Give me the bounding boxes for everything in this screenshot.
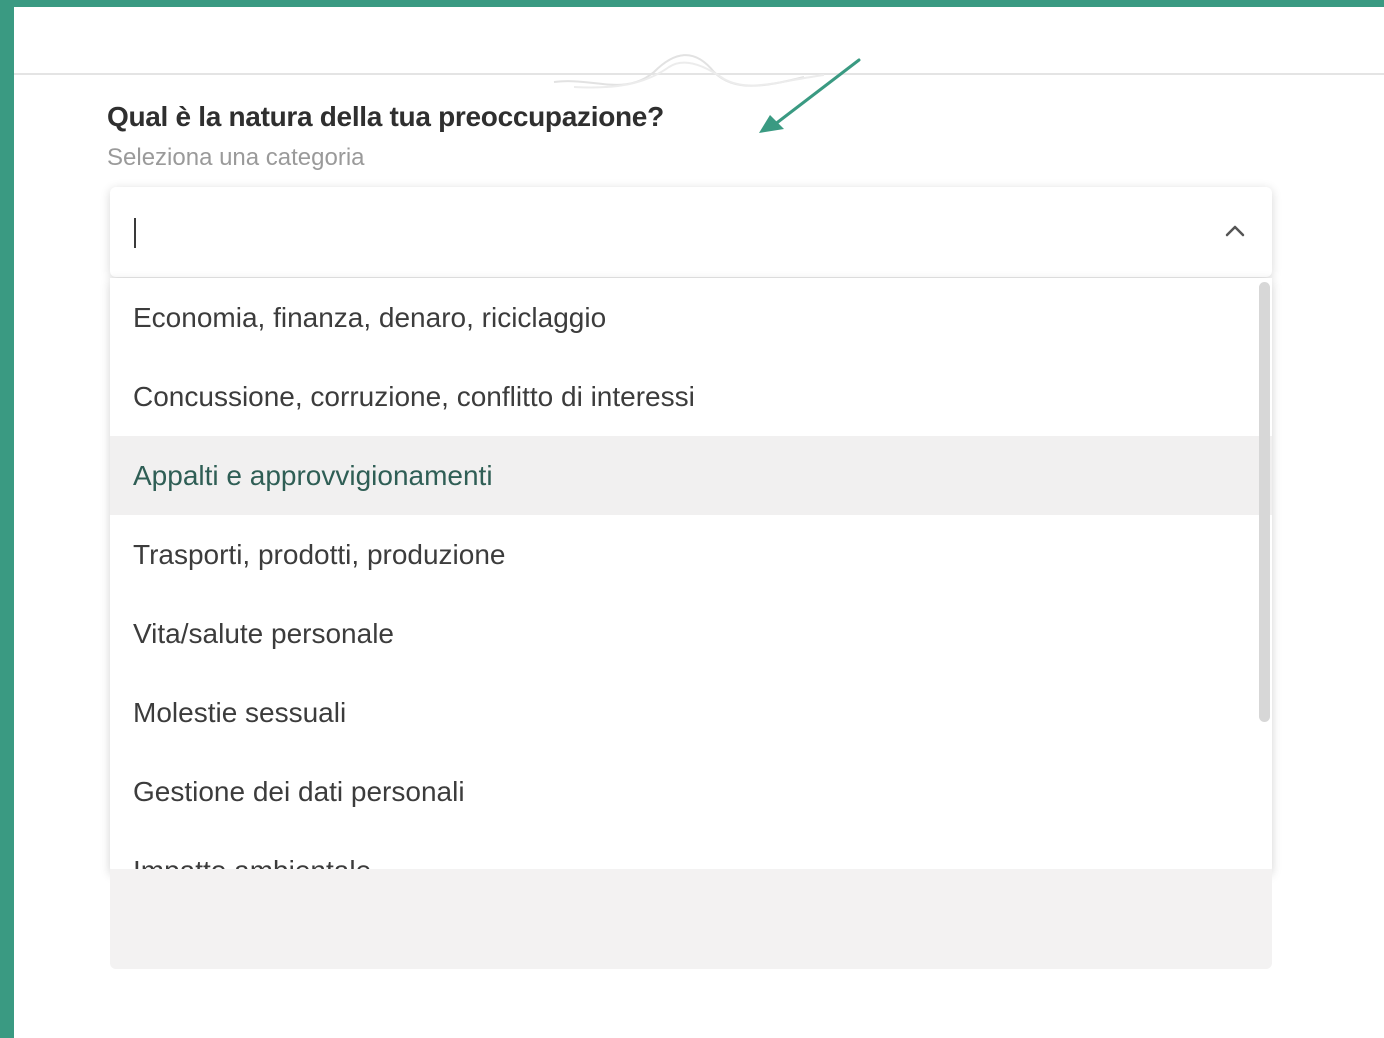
category-hint: Seleziona una categoria [107, 144, 365, 171]
chevron-up-icon[interactable] [1224, 223, 1246, 239]
dropdown-option[interactable]: Gestione dei dati personali [110, 752, 1272, 831]
option-list: Economia, finanza, denaro, riciclaggio Co… [110, 278, 1272, 872]
dropdown-option[interactable]: Concussione, corruzione, conflitto di in… [110, 357, 1272, 436]
dropdown-option[interactable]: Molestie sessuali [110, 673, 1272, 752]
next-field-background [110, 869, 1272, 969]
dropdown-scrollbar[interactable] [1259, 282, 1270, 722]
question-label: Qual è la natura della tua preoccupazion… [107, 101, 664, 132]
annotation-arrow-icon [759, 58, 861, 133]
form-page: Qual è la natura della tua preoccupazion… [14, 7, 1384, 1038]
dropdown-option[interactable]: Impatto ambientale [110, 831, 1272, 872]
dropdown-option[interactable]: Appalti e approvvigionamenti [110, 436, 1272, 515]
dropdown-option[interactable]: Vita/salute personale [110, 594, 1272, 673]
dropdown-option[interactable]: Economia, finanza, denaro, riciclaggio [110, 278, 1272, 357]
dropdown-option[interactable]: Trasporti, prodotti, produzione [110, 515, 1272, 594]
category-select-input[interactable] [110, 187, 1272, 277]
text-cursor [134, 218, 136, 248]
category-dropdown-list[interactable]: Economia, finanza, denaro, riciclaggio Co… [110, 278, 1272, 872]
